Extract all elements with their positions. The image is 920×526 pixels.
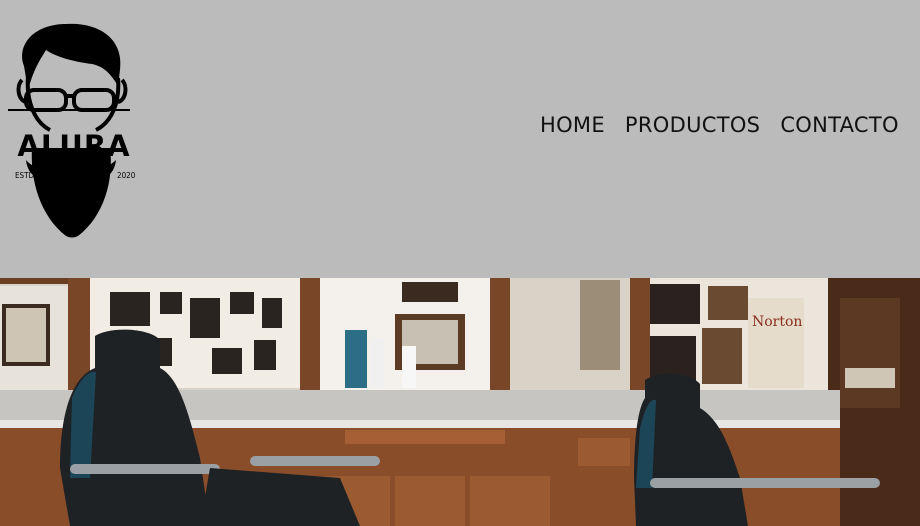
nav-home-link[interactable]: HOME [540, 113, 605, 137]
nav-productos-link[interactable]: PRODUCTOS [625, 113, 760, 137]
main-nav: HOME PRODUCTOS CONTACTO [540, 113, 899, 137]
barbershop-hero-image: Norton [0, 278, 920, 526]
norton-sign-text: Norton [752, 314, 802, 330]
brand-logo[interactable]: ALURA ESTD 2020 [6, 20, 136, 240]
brand-est-label: ESTD [15, 171, 35, 180]
site-header: ALURA ESTD 2020 HOME PRODUCTOS CONTACTO [0, 0, 920, 278]
brand-year: 2020 [117, 171, 136, 180]
brand-name: ALURA [17, 129, 131, 163]
barbershop-scene: Norton [0, 278, 920, 526]
nav-contacto-link[interactable]: CONTACTO [780, 113, 899, 137]
